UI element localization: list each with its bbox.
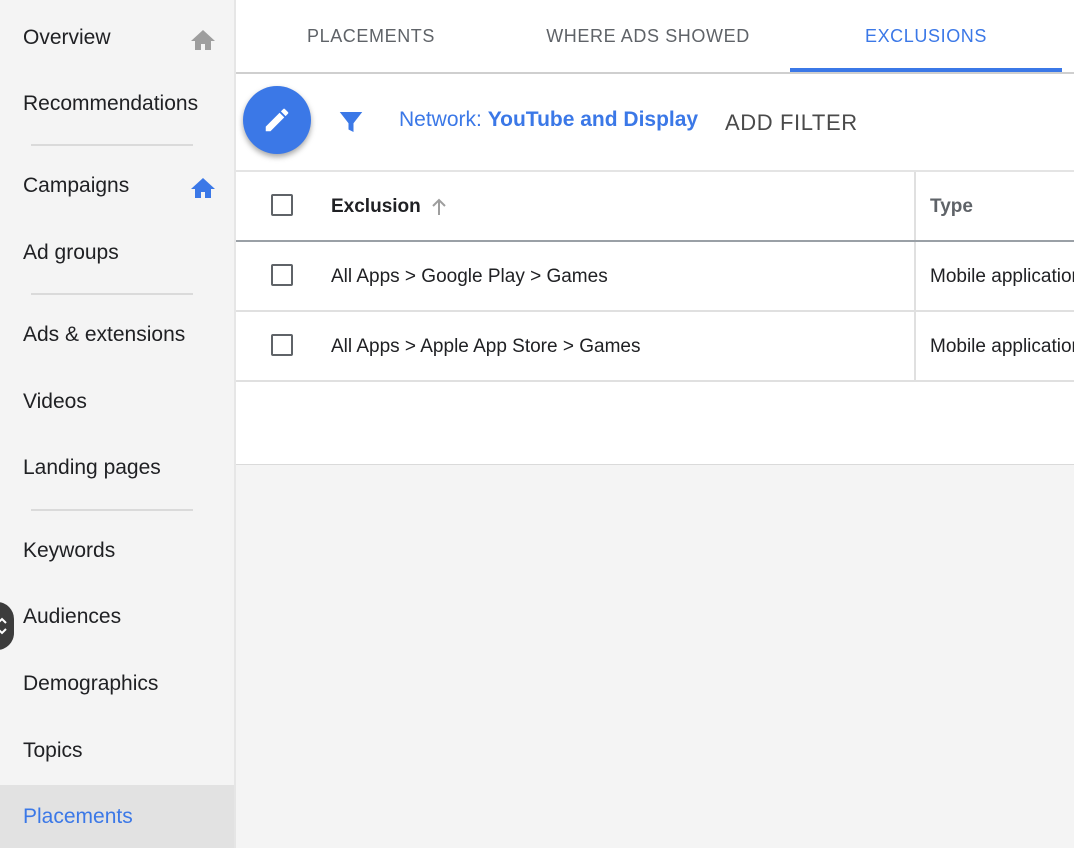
toolbar: Network: YouTube and Display ADD FILTER bbox=[236, 74, 1074, 172]
sidebar-item-label: Demographics bbox=[23, 672, 159, 695]
sidebar-item-landing-pages[interactable]: Landing pages bbox=[0, 435, 234, 501]
network-value: YouTube and Display bbox=[487, 108, 699, 131]
sidebar: Overview Recommendations Campaigns Ad gr… bbox=[0, 0, 236, 848]
nav-divider bbox=[31, 293, 193, 295]
sidebar-item-topics[interactable]: Topics bbox=[0, 718, 234, 784]
sidebar-item-videos[interactable]: Videos bbox=[0, 369, 234, 435]
expand-collapse-icon bbox=[0, 617, 7, 635]
select-all-checkbox[interactable] bbox=[271, 194, 293, 216]
tab-placements[interactable]: PLACEMENTS bbox=[250, 0, 492, 72]
sidebar-item-ad-groups[interactable]: Ad groups bbox=[0, 220, 234, 286]
network-label: Network: bbox=[399, 108, 482, 131]
add-filter-button[interactable]: ADD FILTER bbox=[725, 110, 858, 136]
tab-bar: PLACEMENTS WHERE ADS SHOWED EXCLUSIONS bbox=[236, 0, 1074, 74]
tab-where-ads-showed[interactable]: WHERE ADS SHOWED bbox=[512, 0, 784, 72]
sidebar-item-label: Videos bbox=[23, 390, 87, 413]
sidebar-item-recommendations[interactable]: Recommendations bbox=[0, 71, 234, 137]
sort-ascending-icon[interactable] bbox=[430, 198, 448, 216]
tab-label: EXCLUSIONS bbox=[864, 25, 988, 46]
sidebar-item-ads-extensions[interactable]: Ads & extensions bbox=[0, 302, 234, 368]
sidebar-item-label: Landing pages bbox=[23, 456, 161, 479]
sidebar-item-label: Ads & extensions bbox=[23, 323, 186, 346]
sidebar-item-keywords[interactable]: Keywords bbox=[0, 518, 234, 584]
sidebar-item-label: Campaigns bbox=[23, 174, 130, 197]
column-divider bbox=[914, 172, 916, 240]
sidebar-item-label: Keywords bbox=[23, 539, 116, 562]
column-header-exclusion[interactable]: Exclusion bbox=[331, 196, 421, 218]
filter-icon[interactable] bbox=[336, 107, 366, 137]
nav-divider bbox=[31, 144, 193, 146]
nav-divider bbox=[31, 509, 193, 511]
home-icon bbox=[191, 178, 215, 198]
home-icon bbox=[191, 30, 215, 50]
sidebar-item-audiences[interactable]: Audiences bbox=[0, 584, 234, 650]
column-header-type[interactable]: Type bbox=[930, 196, 973, 218]
table-header: Exclusion Type bbox=[236, 172, 1074, 242]
table-row: All Apps > Apple App Store > Games Mobil… bbox=[236, 312, 1074, 382]
exclusion-cell: All Apps > Apple App Store > Games bbox=[331, 336, 641, 357]
exclusion-cell: All Apps > Google Play > Games bbox=[331, 266, 608, 287]
edit-button[interactable] bbox=[243, 86, 311, 154]
main-panel: PLACEMENTS WHERE ADS SHOWED EXCLUSIONS N… bbox=[236, 0, 1074, 465]
sidebar-item-label: Recommendations bbox=[23, 92, 199, 115]
type-cell: Mobile application bbox=[930, 266, 1074, 287]
pencil-icon bbox=[265, 108, 289, 132]
tab-label: PLACEMENTS bbox=[306, 25, 436, 46]
sidebar-item-overview[interactable]: Overview bbox=[0, 5, 234, 71]
column-divider bbox=[914, 242, 916, 310]
sidebar-item-label: Topics bbox=[23, 739, 83, 762]
sidebar-item-placements[interactable]: Placements bbox=[0, 785, 234, 848]
sidebar-item-demographics[interactable]: Demographics bbox=[0, 651, 234, 717]
sidebar-item-label: Placements bbox=[23, 804, 133, 828]
tab-label: WHERE ADS SHOWED bbox=[546, 25, 750, 46]
sidebar-item-label: Ad groups bbox=[23, 241, 119, 264]
sidebar-item-label: Overview bbox=[23, 26, 111, 49]
table-row: All Apps > Google Play > Games Mobile ap… bbox=[236, 242, 1074, 312]
sidebar-item-campaigns[interactable]: Campaigns bbox=[0, 153, 234, 219]
row-checkbox[interactable] bbox=[271, 264, 293, 286]
type-cell: Mobile application bbox=[930, 336, 1074, 357]
sidebar-item-label: Audiences bbox=[23, 605, 122, 628]
tab-exclusions[interactable]: EXCLUSIONS bbox=[790, 0, 1062, 72]
column-divider bbox=[914, 312, 916, 380]
active-tab-indicator bbox=[790, 68, 1062, 72]
row-checkbox[interactable] bbox=[271, 334, 293, 356]
network-filter-chip[interactable]: Network: YouTube and Display bbox=[399, 108, 698, 132]
